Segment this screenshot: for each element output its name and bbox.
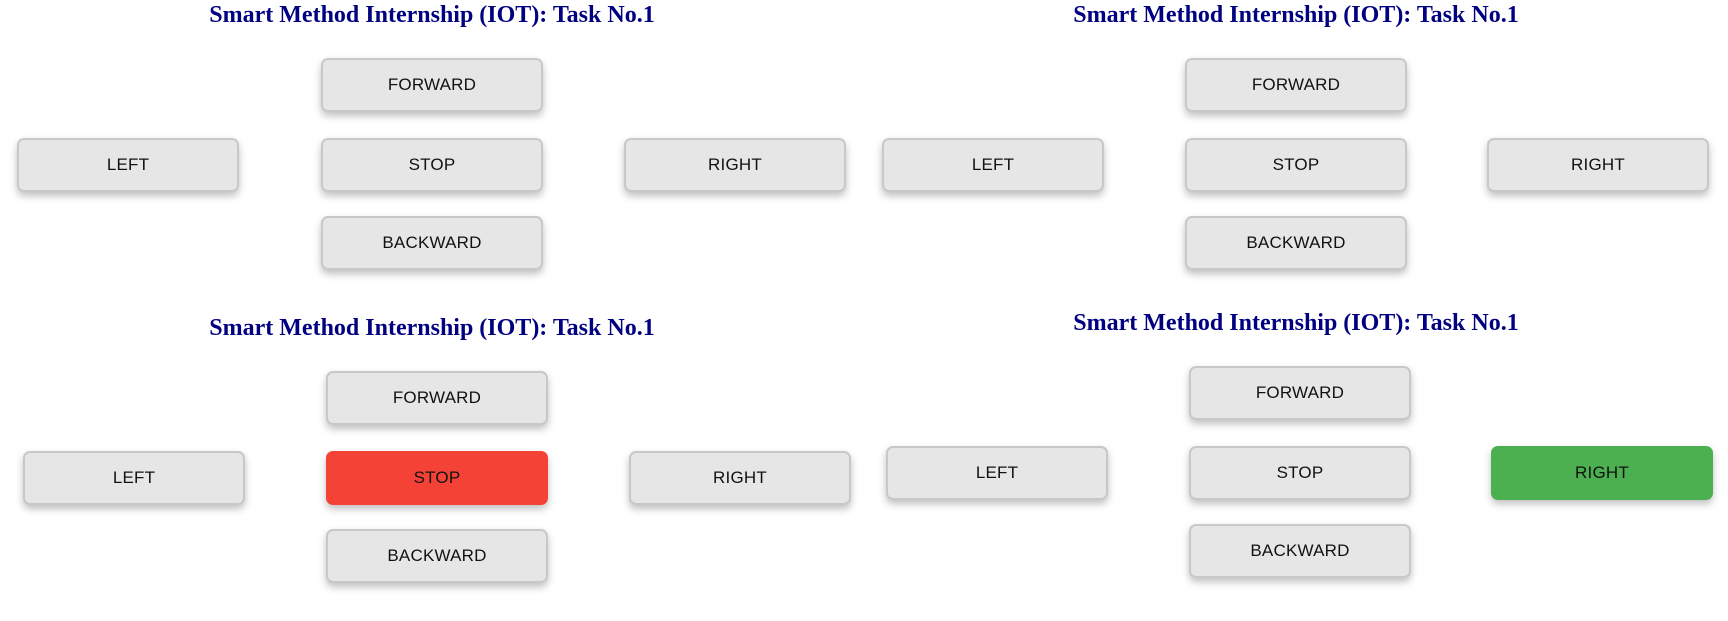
page-title: Smart Method Internship (IOT): Task No.1 [209, 2, 655, 28]
left-button[interactable]: LEFT [17, 138, 239, 192]
stop-button[interactable]: STOP [1185, 138, 1407, 192]
control-panel-4: Smart Method Internship (IOT): Task No.1… [864, 308, 1728, 616]
left-button[interactable]: LEFT [886, 446, 1108, 500]
stop-button[interactable]: STOP [321, 138, 543, 192]
page-title: Smart Method Internship (IOT): Task No.1 [209, 315, 655, 341]
backward-button[interactable]: BACKWARD [326, 529, 548, 583]
stop-button-active[interactable]: STOP [326, 451, 548, 505]
left-button[interactable]: LEFT [882, 138, 1104, 192]
stop-button[interactable]: STOP [1189, 446, 1411, 500]
right-button[interactable]: RIGHT [629, 451, 851, 505]
forward-button[interactable]: FORWARD [326, 371, 548, 425]
left-button[interactable]: LEFT [23, 451, 245, 505]
control-panel-3: Smart Method Internship (IOT): Task No.1… [0, 313, 864, 621]
backward-button[interactable]: BACKWARD [1189, 524, 1411, 578]
control-panel-2: Smart Method Internship (IOT): Task No.1… [864, 0, 1728, 308]
backward-button[interactable]: BACKWARD [1185, 216, 1407, 270]
page-title: Smart Method Internship (IOT): Task No.1 [1073, 2, 1519, 28]
page-title: Smart Method Internship (IOT): Task No.1 [1073, 310, 1519, 336]
forward-button[interactable]: FORWARD [1189, 366, 1411, 420]
right-button[interactable]: RIGHT [1487, 138, 1709, 192]
right-button-active[interactable]: RIGHT [1491, 446, 1713, 500]
control-panel-1: Smart Method Internship (IOT): Task No.1… [0, 0, 864, 308]
forward-button[interactable]: FORWARD [321, 58, 543, 112]
backward-button[interactable]: BACKWARD [321, 216, 543, 270]
forward-button[interactable]: FORWARD [1185, 58, 1407, 112]
right-button[interactable]: RIGHT [624, 138, 846, 192]
